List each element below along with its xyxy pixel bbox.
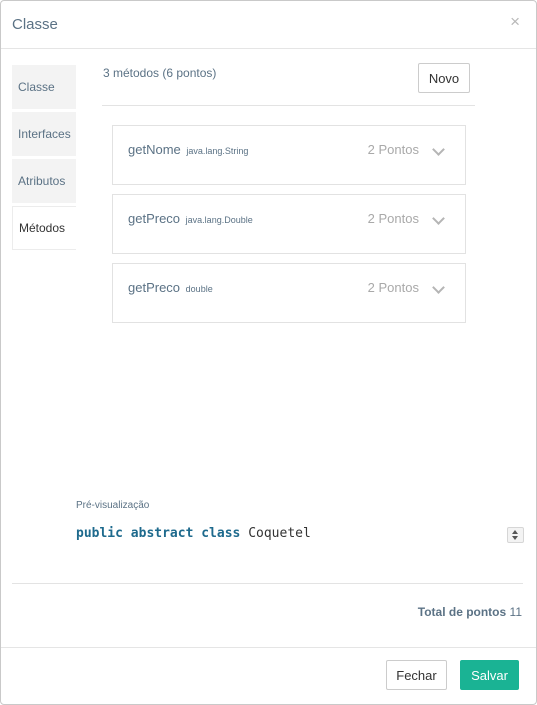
method-item[interactable]: getPreco double 2 Pontos — [112, 263, 466, 323]
tab-atributos[interactable]: Atributos — [12, 159, 76, 203]
chevron-down-icon[interactable] — [432, 212, 445, 225]
modal-header: Classe × — [1, 1, 536, 49]
chevron-down-icon[interactable] — [432, 281, 445, 294]
method-return-type: double — [185, 284, 213, 294]
method-item[interactable]: getPreco java.lang.Double 2 Pontos — [112, 194, 466, 254]
methods-count: 3 métodos (6 pontos) — [103, 66, 217, 80]
method-return-type: java.lang.Double — [185, 215, 253, 225]
tab-interfaces[interactable]: Interfaces — [12, 112, 76, 156]
code-preview: public abstract class Coquetel — [76, 526, 311, 541]
class-name: Coquetel — [248, 526, 311, 541]
tab-classe[interactable]: Classe — [12, 65, 76, 109]
total-points-label: Total de pontos — [417, 605, 507, 619]
code-keywords: public abstract class — [76, 526, 241, 541]
class-modal: Classe × Classe Interfaces Atributos Mét… — [0, 0, 537, 705]
method-name: getPreco — [128, 280, 181, 295]
method-name: getNome — [128, 142, 181, 157]
chevron-down-icon[interactable] — [432, 143, 445, 156]
divider — [102, 105, 475, 106]
close-icon[interactable]: × — [510, 12, 520, 32]
method-points: 2 Pontos — [367, 142, 419, 157]
method-return-type: java.lang.String — [186, 146, 249, 156]
method-points: 2 Pontos — [367, 211, 419, 226]
total-points: Total de pontos 11 — [418, 605, 522, 619]
method-signature: getNome java.lang.String — [128, 142, 248, 157]
method-signature: getPreco double — [128, 280, 213, 295]
resize-handle[interactable] — [507, 527, 524, 543]
footer-divider — [1, 647, 536, 648]
close-button[interactable]: Fechar — [386, 660, 447, 690]
method-signature: getPreco java.lang.Double — [128, 211, 253, 226]
preview-label: Pré-visualização — [76, 500, 150, 511]
divider — [12, 583, 523, 584]
method-points: 2 Pontos — [367, 280, 419, 295]
side-tabs: Classe Interfaces Atributos Métodos — [12, 65, 76, 253]
arrow-up-icon — [512, 530, 518, 534]
modal-title: Classe — [12, 16, 58, 33]
method-name: getPreco — [128, 211, 181, 226]
method-item[interactable]: getNome java.lang.String 2 Pontos — [112, 125, 466, 185]
total-points-value: 11 — [509, 605, 522, 619]
save-button[interactable]: Salvar — [460, 660, 519, 690]
tab-metodos[interactable]: Métodos — [12, 206, 76, 250]
arrow-down-icon — [512, 536, 518, 540]
new-method-button[interactable]: Novo — [418, 63, 470, 93]
